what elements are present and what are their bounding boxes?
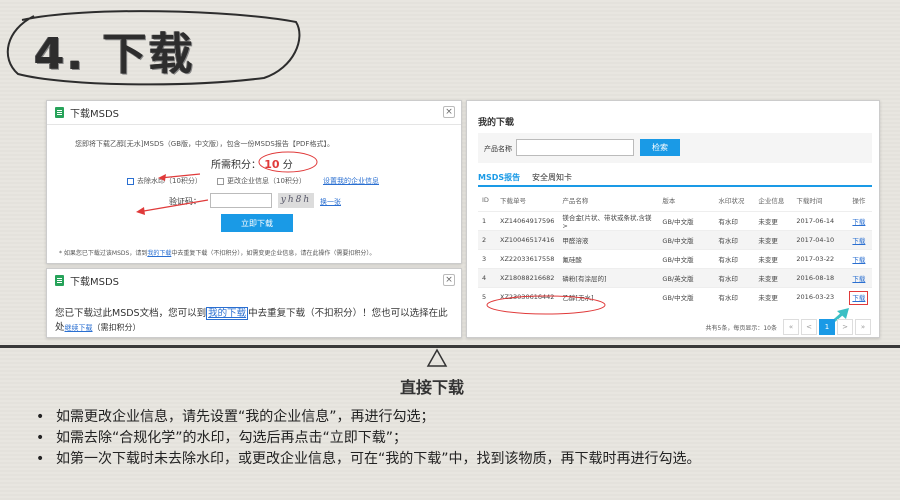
row-watermark: 有水印: [714, 287, 755, 307]
dialog-header: 下载MSDS: [47, 101, 461, 125]
table-row: 4 XZ18088216682 磷粉[有涂层的] GB/英文版 有水印 未变更 …: [478, 268, 872, 288]
dialog2-header: 下载MSDS: [47, 269, 461, 291]
row-company: 未变更: [754, 230, 793, 250]
row-download-link[interactable]: 下载: [852, 218, 865, 226]
last-page-button[interactable]: »: [855, 319, 871, 335]
current-page-button[interactable]: 1: [819, 319, 835, 335]
col-version: 版本: [662, 197, 676, 205]
product-name-label: 产品名称: [484, 145, 512, 153]
tab-safety-card[interactable]: 安全周知卡: [532, 172, 572, 183]
close-icon[interactable]: ×: [443, 274, 455, 286]
row-id: 1: [478, 211, 496, 231]
row-version: GB/中文版: [658, 230, 715, 250]
table-row: 1 XZ14064917596 镁合金[片状、带状或条状,含镁> GB/中文版 …: [478, 211, 872, 231]
search-area: 产品名称 检索: [478, 133, 872, 163]
row-company: 未变更: [754, 268, 793, 288]
annotation-arrows: [136, 173, 209, 215]
row-version: GB/中文版: [658, 287, 715, 307]
next-page-button[interactable]: >: [837, 319, 853, 335]
download-tabs: MSDS报告 安全周知卡: [478, 171, 872, 187]
row-watermark: 有水印: [714, 211, 755, 231]
instruction-list: 如需更改企业信息，请先设置“我的企业信息”，再进行勾选； 如需去除“合规化学”的…: [36, 407, 701, 470]
row-download-link[interactable]: 下载: [852, 256, 865, 264]
row-product: 磷粉[有涂层的]: [558, 268, 659, 288]
row-version: GB/中文版: [658, 249, 715, 269]
row-id: 2: [478, 230, 496, 250]
row-version: GB/中文版: [658, 211, 715, 231]
row-order: XZ18088216682: [496, 268, 559, 288]
row-time: 2016-03-23: [792, 287, 849, 307]
col-product: 产品名称: [562, 197, 589, 205]
row-watermark: 有水印: [714, 249, 755, 269]
dialog2-text-prefix: 您已下载过此MSDS文档，您可以到: [55, 308, 207, 319]
my-downloads-panel: 我的下载 产品名称 检索 MSDS报告 安全周知卡 ID 下载单号 产品名称 版…: [466, 100, 880, 338]
dialog2-title: 下载MSDS: [70, 276, 120, 288]
already-downloaded-dialog: 下载MSDS × 您已下载过此MSDS文档，您可以到 我的下载 中去重复下载（不扣积…: [46, 268, 462, 338]
tab-msds-report[interactable]: MSDS报告: [478, 172, 520, 183]
direct-download-label: 直接下载: [400, 378, 465, 397]
first-page-button[interactable]: «: [783, 319, 799, 335]
download-description: 您即将下载乙醇[无水]MSDS（GB版，中文版），包含一份MSDS报告【PDF格…: [75, 140, 334, 148]
col-order: 下载单号: [500, 197, 526, 205]
search-button[interactable]: 检索: [640, 139, 680, 156]
row-time: 2016-08-18: [792, 268, 849, 288]
row-company: 未变更: [754, 211, 793, 231]
row-time: 2017-03-22: [792, 249, 849, 269]
dialog2-my-downloads-link[interactable]: 我的下载: [206, 307, 249, 320]
page-title: 4. 下载: [34, 29, 195, 80]
row-download-link[interactable]: 下载: [852, 237, 865, 245]
instruction-item: 如需更改企业信息，请先设置“我的企业信息”，再进行勾选；: [36, 407, 701, 428]
row-product: 甲醛溶液: [558, 230, 659, 250]
row-id: 4: [478, 268, 496, 288]
note-my-downloads-link[interactable]: 我的下载: [147, 250, 171, 257]
continue-download-link[interactable]: 继续下载: [65, 324, 93, 332]
row-time: 2017-06-14: [792, 211, 849, 231]
row-product: 镁合金[片状、带状或条状,含镁>: [558, 211, 659, 231]
row-company: 未变更: [754, 249, 793, 269]
row5-highlight-ellipse: [486, 295, 606, 315]
col-company: 企业信息: [758, 197, 785, 205]
col-id: ID: [482, 196, 489, 204]
row-product: 氟硅酸: [558, 249, 659, 269]
section-divider: [0, 345, 900, 348]
captcha-refresh-link[interactable]: 换一张: [320, 197, 341, 207]
prev-page-button[interactable]: <: [801, 319, 817, 335]
col-watermark: 水印状况: [718, 197, 745, 205]
table-header-row: ID 下载单号 产品名称 版本 水印状况 企业信息 下载时间 操作: [478, 189, 872, 212]
document-icon: [55, 107, 64, 118]
downloads-table: ID 下载单号 产品名称 版本 水印状况 企业信息 下载时间 操作 1 XZ14…: [478, 189, 872, 307]
row-watermark: 有水印: [714, 268, 755, 288]
row-order: XZ22033617558: [496, 249, 559, 269]
triangle-marker-icon: [426, 348, 448, 367]
dialog2-text-suffix: （需扣积分）: [92, 323, 141, 332]
pagination-info: 共有5条，每页显示：10条: [705, 324, 777, 332]
row-watermark: 有水印: [714, 230, 755, 250]
my-downloads-heading: 我的下载: [478, 118, 515, 128]
row-company: 未变更: [754, 287, 793, 307]
row-id: 3: [478, 249, 496, 269]
row-time: 2017-04-10: [792, 230, 849, 250]
product-search-input[interactable]: [516, 139, 634, 156]
set-company-info-link[interactable]: 设置我的企业信息: [323, 176, 379, 186]
instruction-item: 如第一次下载时未去除水印，或更改企业信息，可在“我的下载”中，找到该物质，再下载…: [36, 449, 701, 470]
col-time: 下载时间: [796, 197, 823, 205]
note-suffix: 中去重复下载（不扣积分），如需变更企业信息，请在此操作（需要扣积分）。: [171, 250, 376, 257]
pagination: 共有5条，每页显示：10条 « < 1 > »: [706, 319, 871, 335]
table-row: 3 XZ22033617558 氟硅酸 GB/中文版 有水印 未变更 2017-…: [478, 249, 872, 269]
instruction-item: 如需去除“合规化学”的水印，勾选后再点击“立即下载”；: [36, 428, 701, 449]
document-icon: [55, 274, 64, 286]
dialog-title: 下载MSDS: [70, 109, 120, 120]
row-order: XZ10046517416: [496, 230, 559, 250]
downloads-table-wrapper: ID 下载单号 产品名称 版本 水印状况 企业信息 下载时间 操作 1 XZ14…: [478, 189, 872, 307]
row-download-link[interactable]: 下载: [852, 275, 865, 283]
col-action: 操作: [852, 197, 866, 205]
table-row: 2 XZ10046517416 甲醛溶液 GB/中文版 有水印 未变更 2017…: [478, 230, 872, 250]
row-download-link-highlighted[interactable]: 下载: [849, 291, 869, 306]
close-icon[interactable]: ×: [443, 106, 455, 118]
row-order: XZ14064917596: [496, 211, 559, 231]
already-downloaded-text: 您已下载过此MSDS文档，您可以到 我的下载 中去重复下载（不扣积分）！您也可以选择…: [55, 307, 455, 335]
row-version: GB/英文版: [658, 268, 715, 288]
note-prefix: * 如果您已下载过该MSDS，请到: [59, 250, 148, 257]
